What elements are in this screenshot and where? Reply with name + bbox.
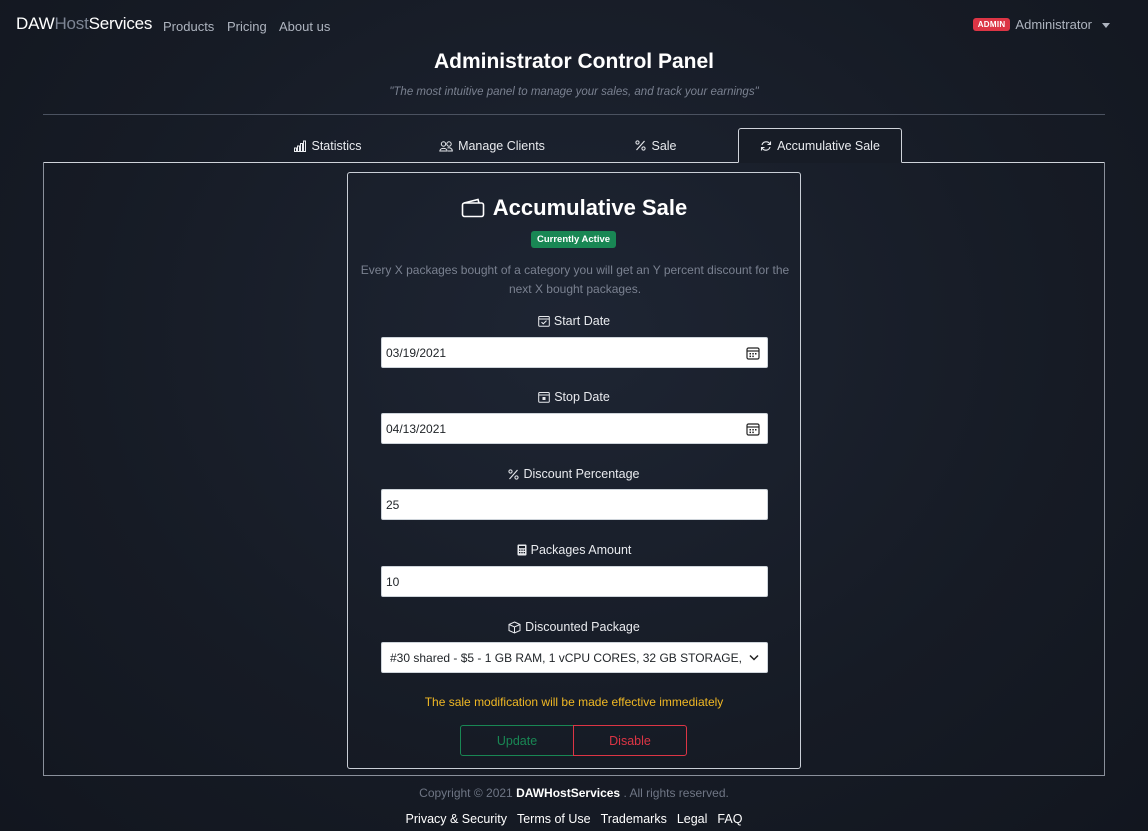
- tab-sale-label: Sale: [651, 138, 677, 153]
- discount-percentage-label: Discount Percentage: [348, 467, 800, 481]
- status-badge: Currently Active: [531, 231, 617, 248]
- tab-statistics[interactable]: Statistics: [272, 128, 384, 163]
- page-subtitle: "The most intuitive panel to manage your…: [389, 86, 759, 98]
- tab-manage-clients[interactable]: Manage Clients: [418, 128, 566, 163]
- footer-links: Privacy & Security Terms of Use Trademar…: [0, 812, 1148, 826]
- people-icon: [439, 140, 453, 151]
- user-menu[interactable]: ADMIN Administrator: [972, 17, 1110, 32]
- tab-accumulative-sale-label: Accumulative Sale: [777, 138, 880, 153]
- stop-date-input[interactable]: 04/13/2021: [381, 413, 768, 444]
- notice-text: The sale modification will be made effec…: [424, 695, 724, 709]
- calendar-check-icon: [538, 316, 550, 327]
- nav-link-products[interactable]: Products: [163, 19, 214, 34]
- calendar-stop-icon: [538, 392, 551, 403]
- disable-button[interactable]: Disable: [573, 725, 687, 756]
- chevron-down-icon: [749, 654, 759, 661]
- calculator-icon: [517, 544, 527, 556]
- copyright: Copyright © 2021 DAWHostServices . All r…: [419, 786, 729, 800]
- packages-amount-input[interactable]: 10: [381, 566, 768, 597]
- card-title: Accumulative Sale: [348, 195, 800, 221]
- stop-date-label: Stop Date: [348, 390, 800, 404]
- tab-statistics-label: Statistics: [311, 138, 362, 153]
- start-date-label: Start Date: [348, 314, 800, 328]
- bar-chart-icon: [294, 140, 307, 152]
- page-title: Administrator Control Panel: [433, 50, 715, 73]
- nav-link-pricing[interactable]: Pricing: [227, 19, 267, 34]
- refresh-icon: [761, 140, 772, 151]
- packages-amount-label: Packages Amount: [348, 543, 800, 557]
- tab-accumulative-sale[interactable]: Accumulative Sale: [738, 128, 902, 163]
- footer-link-legal[interactable]: Legal: [677, 812, 708, 826]
- tab-sale[interactable]: Sale: [610, 128, 702, 163]
- discounted-package-label: Discounted Package: [348, 620, 800, 634]
- user-name: Administrator: [1015, 17, 1092, 32]
- navbar: DAWHostServices Products Pricing About u…: [0, 0, 1148, 50]
- action-button-group: Update Disable: [460, 725, 687, 756]
- calendar-icon[interactable]: [746, 346, 760, 360]
- divider: [43, 114, 1105, 115]
- card-title-text: Accumulative Sale: [492, 195, 688, 220]
- copyright-brand: DAWHostServices: [516, 786, 621, 800]
- nav-link-about-us[interactable]: About us: [279, 19, 330, 34]
- wallet-icon: [461, 198, 485, 218]
- discounted-package-select[interactable]: #30 shared - $5 - 1 GB RAM, 1 vCPU CORES…: [381, 642, 768, 673]
- admin-badge: ADMIN: [972, 18, 1011, 31]
- percent-icon: [635, 140, 647, 151]
- percent-icon: [508, 468, 520, 480]
- brand-logo[interactable]: DAWHostServices: [16, 14, 152, 34]
- footer-link-terms[interactable]: Terms of Use: [517, 812, 591, 826]
- accumulative-sale-card: Accumulative Sale Currently Active Every…: [347, 172, 801, 769]
- card-description: Every X packages bought of a category yo…: [360, 263, 790, 296]
- footer-link-trademarks[interactable]: Trademarks: [601, 812, 667, 826]
- footer-link-privacy[interactable]: Privacy & Security: [406, 812, 507, 826]
- discount-percentage-input[interactable]: 25: [381, 489, 768, 520]
- start-date-input[interactable]: 03/19/2021: [381, 337, 768, 368]
- box-icon: [508, 620, 521, 634]
- calendar-icon[interactable]: [746, 422, 760, 436]
- footer-link-faq[interactable]: FAQ: [717, 812, 742, 826]
- tab-manage-clients-label: Manage Clients: [458, 138, 545, 153]
- update-button[interactable]: Update: [460, 725, 574, 756]
- caret-down-icon: [1102, 23, 1110, 28]
